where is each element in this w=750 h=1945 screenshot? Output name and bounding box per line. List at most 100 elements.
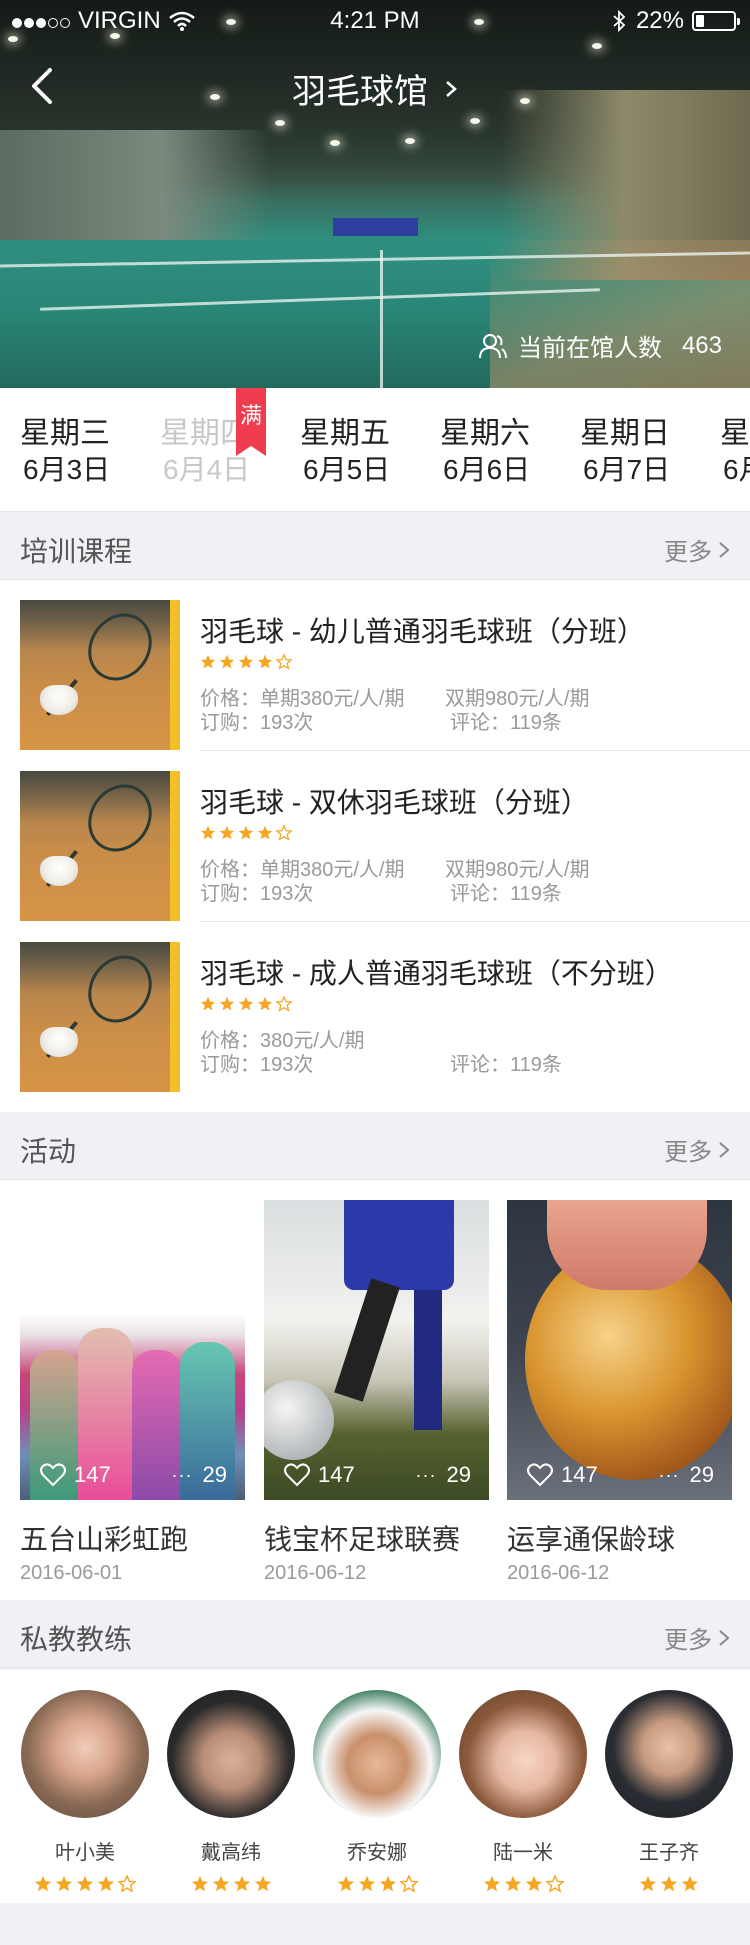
activity-stats: 147 ··· 29 xyxy=(507,1452,732,1500)
star-filled-icon xyxy=(233,1875,250,1892)
more-label: 更多 xyxy=(664,539,712,566)
course-rating xyxy=(200,996,292,1012)
player-legs xyxy=(414,1290,442,1430)
date-tab[interactable]: 星期日 6月7日 xyxy=(580,416,720,488)
venue-title-button[interactable]: 羽毛球馆 xyxy=(0,64,750,113)
activities-section-header: 活动 更多 xyxy=(0,1112,750,1180)
ceiling-light xyxy=(592,43,602,49)
coach-name: 陆一米 xyxy=(493,1842,553,1864)
comment-count: 29 xyxy=(202,1462,227,1487)
player-legs xyxy=(344,1200,454,1290)
comment-button[interactable]: ··· 29 xyxy=(172,1462,227,1488)
date-tab-date: 6月5日 xyxy=(303,454,391,485)
coach-item[interactable]: 叶小美 xyxy=(20,1690,150,1893)
star-filled-icon xyxy=(504,1875,521,1892)
date-tab-date: 6月4日 xyxy=(163,454,251,485)
like-count: 147 xyxy=(561,1462,598,1487)
more-dots-icon: ··· xyxy=(171,1464,193,1485)
date-tab[interactable]: 星期一 6月8日 xyxy=(720,416,750,488)
page-title: 羽毛球馆 xyxy=(292,73,428,111)
section-title: 私教教练 xyxy=(20,1624,133,1655)
full-badge-label: 满 xyxy=(239,403,262,428)
coach-list: 叶小美 戴高纬 乔安娜 陆一米 王子齐 xyxy=(0,1670,750,1903)
heart-icon xyxy=(284,1463,310,1487)
coach-rating xyxy=(20,1875,150,1893)
star-filled-icon xyxy=(200,825,216,840)
star-filled-icon xyxy=(257,825,273,840)
course-item[interactable]: 羽毛球 - 成人普通羽毛球班（不分班） 价格：380元/人/期 订购：193次 … xyxy=(0,922,750,1093)
date-tab-weekday: 星期六 xyxy=(440,417,530,450)
star-filled-icon xyxy=(254,1875,271,1892)
star-empty-icon xyxy=(276,654,292,670)
course-thumbnail xyxy=(20,771,180,921)
activity-title: 钱宝杯足球联赛 xyxy=(264,1524,461,1555)
star-filled-icon xyxy=(379,1875,396,1892)
heart-icon xyxy=(40,1463,66,1487)
activity-image: 147 ··· 29 xyxy=(264,1200,489,1500)
users-icon xyxy=(478,333,507,358)
occupancy-label: 当前在馆人数 xyxy=(517,335,662,362)
more-label: 更多 xyxy=(664,1139,712,1166)
coach-name: 乔安娜 xyxy=(347,1842,407,1864)
hero-banner xyxy=(333,218,418,236)
coach-item[interactable]: 王子齐 xyxy=(604,1690,734,1893)
star-empty-icon xyxy=(545,1875,564,1893)
coach-name: 王子齐 xyxy=(639,1842,699,1864)
ceiling-light xyxy=(275,120,285,126)
star-empty-icon xyxy=(399,1875,418,1893)
date-tab[interactable]: 星期三 6月3日 xyxy=(20,416,160,488)
activities-more-link[interactable]: 更多 xyxy=(664,1132,730,1167)
courses-more-link[interactable]: 更多 xyxy=(664,532,730,567)
date-tab-weekday: 星期五 xyxy=(300,417,390,450)
ceiling-light xyxy=(330,140,340,146)
coach-item[interactable]: 戴高纬 xyxy=(166,1690,296,1893)
star-filled-icon xyxy=(191,1875,208,1892)
star-filled-icon xyxy=(681,1875,699,1892)
date-tab[interactable]: 星期五 6月5日 xyxy=(300,416,440,488)
course-name: 羽毛球 - 成人普通羽毛球班（不分班） xyxy=(200,958,673,989)
occupancy-indicator: 当前在馆人数 463 xyxy=(478,328,722,363)
coach-rating xyxy=(166,1875,296,1893)
comment-button[interactable]: ··· 29 xyxy=(416,1462,471,1488)
date-tab[interactable]: 星期六 6月6日 xyxy=(440,416,580,488)
ceiling-light xyxy=(405,138,415,144)
hero-wall-left xyxy=(0,130,270,240)
like-button[interactable]: 147 xyxy=(527,1462,598,1488)
player-legs xyxy=(334,1278,400,1402)
battery-percent: 22% xyxy=(635,7,684,34)
star-filled-icon xyxy=(238,825,254,840)
course-orders: 订购：193次 xyxy=(200,1054,314,1076)
course-rating xyxy=(200,825,292,841)
status-right: 22% xyxy=(612,7,740,35)
comment-count: 29 xyxy=(689,1462,714,1487)
comment-button[interactable]: ··· 29 xyxy=(659,1462,714,1488)
star-filled-icon xyxy=(219,654,235,669)
activity-image: 147 ··· 29 xyxy=(507,1200,732,1500)
course-reviews: 评论：119条 xyxy=(450,1054,562,1076)
date-tab-weekday: 星期日 xyxy=(580,417,670,450)
hero-floor xyxy=(490,240,750,388)
course-item[interactable]: 羽毛球 - 双休羽毛球班（分班） 价格：单期380元/人/期 双期980元/人/… xyxy=(0,751,750,922)
activity-date: 2016-06-01 xyxy=(20,1562,123,1584)
more-dots-icon: ··· xyxy=(415,1464,437,1485)
course-orders: 订购：193次 xyxy=(200,712,314,734)
date-tab-date: 6月8日 xyxy=(723,454,750,485)
coach-item[interactable]: 乔安娜 xyxy=(312,1690,442,1893)
coaches-more-link[interactable]: 更多 xyxy=(664,1620,730,1655)
status-bar: VIRGIN 4:21 PM 22% xyxy=(0,0,750,40)
course-item[interactable]: 羽毛球 - 幼儿普通羽毛球班（分班） 价格：单期380元/人/期 双期980元/… xyxy=(0,580,750,751)
date-tab-full[interactable]: 星期四 6月4日 xyxy=(160,416,300,488)
date-tab-weekday: 星期四 xyxy=(160,417,250,450)
like-button[interactable]: 147 xyxy=(40,1462,111,1488)
star-filled-icon xyxy=(358,1875,375,1892)
coach-item[interactable]: 陆一米 xyxy=(458,1690,588,1893)
avatar xyxy=(167,1690,295,1818)
battery-fill xyxy=(696,15,704,27)
date-tab-weekday: 星期三 xyxy=(20,417,110,450)
venue-hero-image: VIRGIN 4:21 PM 22% 羽毛球馆 当前在馆人数 463 xyxy=(0,0,750,388)
like-button[interactable]: 147 xyxy=(284,1462,355,1488)
activity-date: 2016-06-12 xyxy=(264,1562,367,1584)
star-filled-icon xyxy=(200,996,216,1011)
heart-icon xyxy=(527,1463,553,1487)
like-count: 147 xyxy=(74,1462,111,1487)
